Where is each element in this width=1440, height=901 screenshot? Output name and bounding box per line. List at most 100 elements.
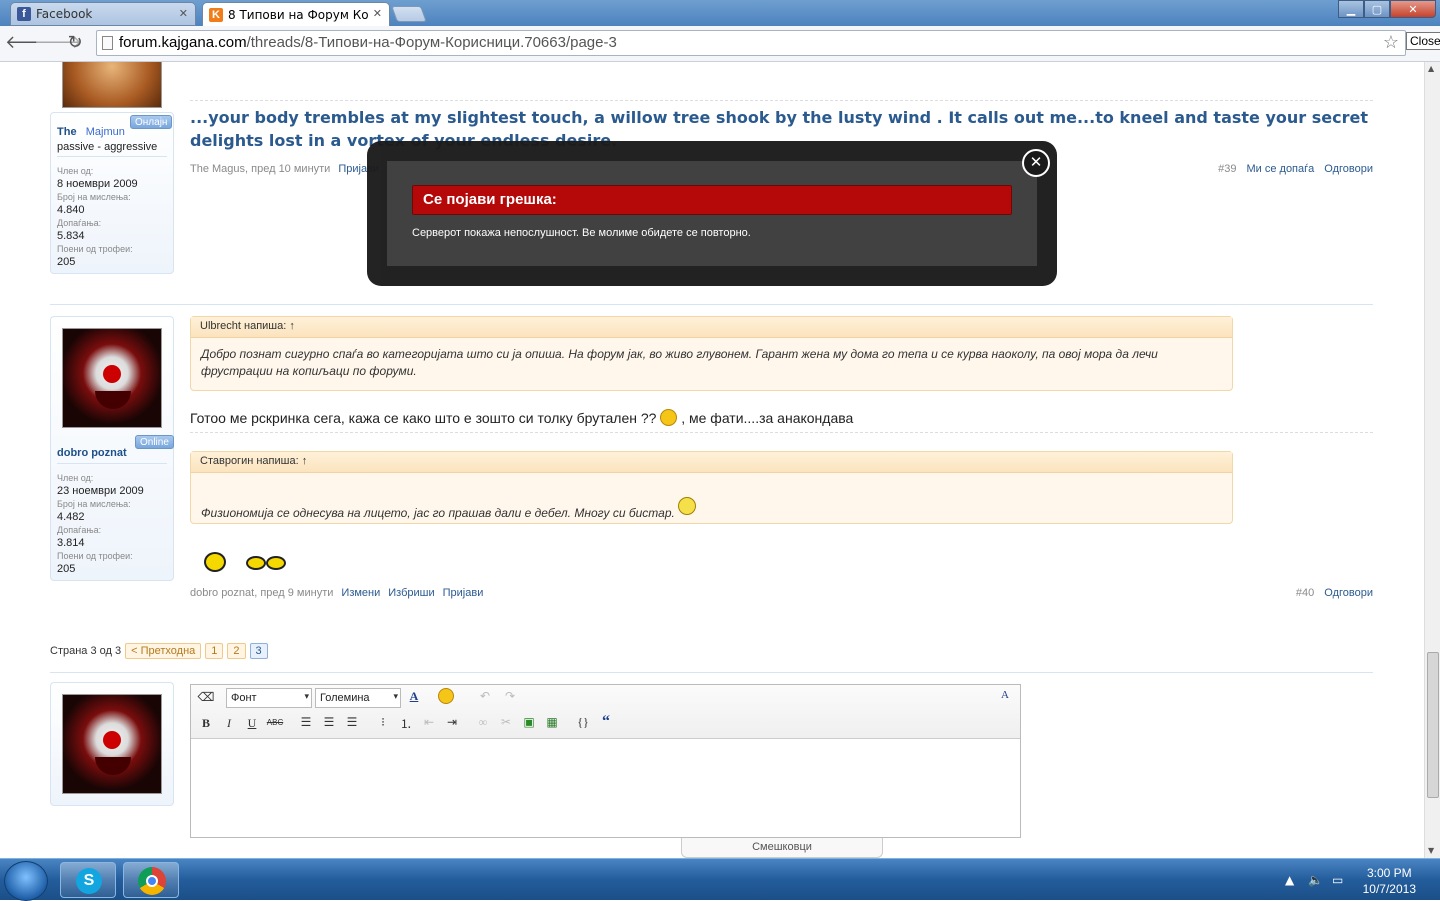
divider [50,672,1373,673]
username[interactable]: The Majmun [57,126,125,138]
stat-label: Член од: [57,473,94,483]
page-link[interactable]: 2 [227,643,246,659]
bullet-list-icon[interactable]: ⁝ [374,715,392,730]
tab-forum[interactable]: K 8 Типови на Форум Кори ✕ [202,2,390,26]
post-text-part: Готоо ме рскринка сега, кажа се како што… [190,410,661,426]
error-message: Серверот покажа непослушност. Ве молиме … [412,227,751,239]
chrome-taskbar-button[interactable] [123,862,179,898]
quote-header[interactable]: Ulbrecht напиша: ↑ [191,317,1232,338]
format-toggle-icon[interactable]: A [996,689,1014,701]
error-modal-body: Се појави грешка: Серверот покажа непосл… [387,161,1037,266]
link-icon[interactable]: ∞ [474,715,492,730]
new-tab-button[interactable] [391,6,427,22]
post-text: Готоо ме рскринка сега, кажа се како што… [190,409,853,426]
post-actions: #40 Одговори [1296,587,1373,599]
unlink-icon[interactable]: ✂ [497,715,515,730]
start-button[interactable] [4,861,48,901]
align-left-icon[interactable]: ☰ [297,715,315,730]
volume-icon[interactable]: 🔈 [1308,873,1323,887]
reply-link[interactable]: Одговори [1324,587,1373,599]
underline-icon[interactable]: U [243,716,261,731]
system-clock[interactable]: 3:00 PM 10/7/2013 [1363,865,1416,897]
post-number[interactable]: #39 [1218,163,1236,175]
url-host: forum.kajgana.com [119,34,247,51]
editor-toolbar: ⌫ Фонт Големина A ↶ ↷ A B I U ABC ☰ ☰ ☰ … [191,685,1020,739]
sad-smiley-icon [660,409,678,426]
minimize-button[interactable]: ▁ [1338,0,1364,18]
page-link-current[interactable]: 3 [249,643,268,659]
post-text-part: , ме фати....за анакондава [677,410,854,426]
like-link[interactable]: Ми се допаѓа [1246,163,1314,175]
reply-link[interactable]: Одговори [1324,163,1373,175]
page-link[interactable]: 1 [205,643,224,659]
media-icon[interactable]: ▦ [543,715,561,730]
edit-link[interactable]: Измени [341,587,380,599]
post-time[interactable]: , пред 9 минути [254,587,333,599]
bookmark-star-icon[interactable]: ☆ [1383,32,1399,53]
delete-link[interactable]: Избриши [388,587,434,599]
smiley-icon[interactable] [438,688,454,704]
username[interactable]: dobro poznat [57,447,127,459]
tab-close-icon[interactable]: ✕ [373,7,382,20]
numbered-list-icon[interactable]: ⒈ [397,715,415,732]
quote-header[interactable]: Ставрогин напиша: ↑ [191,452,1232,473]
image-icon[interactable]: ▣ [520,715,538,730]
scroll-down-icon[interactable]: ▼ [1428,846,1434,855]
post-meta: dobro poznat, пред 9 минути Измени Избриши… [190,587,483,599]
tab-close-icon[interactable]: ✕ [179,7,188,20]
quote-icon[interactable]: “ [597,713,615,731]
scrollbar-thumb[interactable] [1427,652,1439,798]
modal-close-icon[interactable]: ✕ [1022,149,1050,177]
clown-nose [103,365,121,383]
redo-icon[interactable]: ↷ [501,689,519,704]
reload-icon[interactable]: ↻ [63,32,87,53]
prev-page-button[interactable]: < Претходна [125,643,202,659]
skype-taskbar-button[interactable]: S [60,862,116,898]
align-right-icon[interactable]: ☰ [343,715,361,730]
avatar[interactable] [62,62,162,108]
size-select[interactable]: Големина [315,688,401,708]
indent-icon[interactable]: ⇥ [443,715,461,730]
page-content: Онлајн The Majmun passive - aggressive Ч… [0,62,1424,858]
outdent-icon[interactable]: ⇤ [420,715,438,730]
facebook-favicon-icon: f [17,7,31,21]
tab-title: Facebook [36,7,93,21]
page-scrollbar[interactable]: ▲ ▼ [1424,62,1440,858]
tray-arrow-icon[interactable]: ▲ [1285,873,1294,887]
network-icon[interactable]: ▭ [1332,873,1343,887]
stat-value: 4.482 [57,511,85,523]
quote-text: Физиономија се однесува на лицето, јас г… [201,506,675,520]
maximize-button[interactable]: ▢ [1364,0,1390,18]
post-author[interactable]: dobro poznat [190,587,254,599]
report-link[interactable]: Пријави [443,587,484,599]
post-time[interactable]: , пред 10 минути [245,163,330,175]
text-color-icon[interactable]: A [405,689,423,704]
address-bar[interactable]: forum.kajgana.com/threads/8-Типови-на-Фо… [96,30,1406,56]
stat-value: 23 ноември 2009 [57,485,144,497]
bold-icon[interactable]: B [197,716,215,731]
undo-icon[interactable]: ↶ [476,689,494,704]
align-center-icon[interactable]: ☰ [320,715,338,730]
error-title: Се појави грешка: [412,185,1012,215]
stat-label: Број на мислења: [57,192,131,202]
post-author[interactable]: The Magus [190,163,245,175]
stat-label: Член од: [57,166,94,176]
avatar[interactable] [62,328,162,428]
italic-icon[interactable]: I [220,716,238,731]
clown-nose [103,731,121,749]
divider [57,463,167,464]
clown-mouth [95,757,131,775]
window-close-button[interactable]: ✕ [1390,0,1436,18]
back-arrow-icon[interactable]: 🡐 [5,32,53,53]
tab-facebook[interactable]: f Facebook ✕ [10,2,196,26]
post-number[interactable]: #40 [1296,587,1314,599]
eraser-icon[interactable]: ⌫ [197,690,215,705]
font-select[interactable]: Фонт [226,688,312,708]
forward-arrow-icon[interactable]: 🡒 [34,32,82,53]
browser-toolbar: 🡐 🡒 ↻ forum.kajgana.com/threads/8-Типови… [0,26,1440,62]
code-icon[interactable]: {} [574,715,592,730]
smilies-tab[interactable]: Смешковци [681,838,883,858]
editor-textarea[interactable] [191,739,1020,837]
scroll-up-icon[interactable]: ▲ [1428,64,1434,73]
strikethrough-icon[interactable]: ABC [266,718,284,727]
